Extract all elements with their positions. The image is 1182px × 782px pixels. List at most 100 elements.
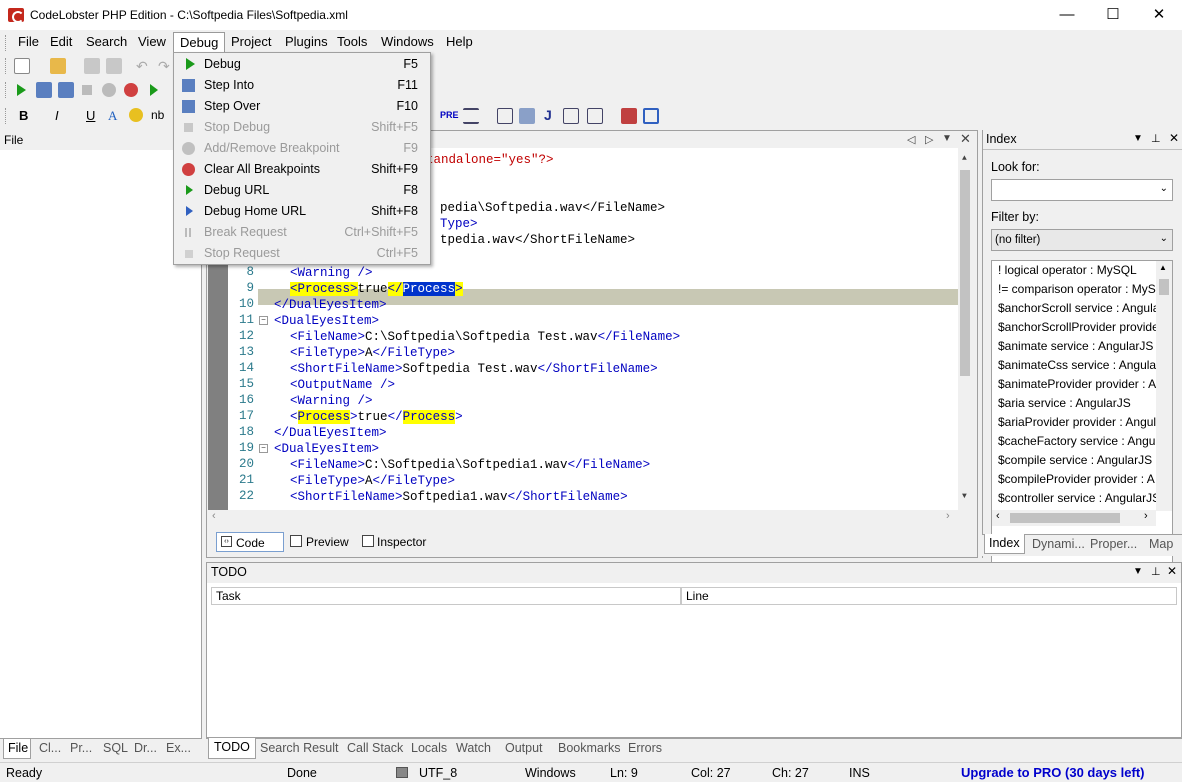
stop-icon[interactable] <box>82 85 92 95</box>
scroll-left-icon[interactable]: ‹ <box>212 510 216 522</box>
menu-project[interactable]: Project <box>229 34 273 49</box>
panel-menu-icon[interactable]: ▼ <box>1133 566 1143 577</box>
index-list-item[interactable]: != comparison operator : MyS <box>998 280 1156 299</box>
editor-vscroll[interactable]: ▲ ▼ <box>958 148 972 510</box>
close-panel-icon[interactable]: ✕ <box>1169 131 1179 145</box>
menu-search[interactable]: Search <box>84 34 129 49</box>
filter-select[interactable]: (no filter) ⌄ <box>991 229 1173 251</box>
tab-preview[interactable]: Preview <box>306 535 349 549</box>
step-over-icon[interactable] <box>58 82 74 98</box>
tab-code[interactable]: ‹› Code <box>216 532 284 552</box>
tab-sql[interactable]: SQL <box>103 741 128 755</box>
debug-menu-item[interactable]: Debug URL F8 <box>176 180 428 201</box>
menu-view[interactable]: View <box>136 34 168 49</box>
debug-menu-item[interactable]: Stop Debug Shift+F5 <box>176 117 428 138</box>
run-icon[interactable] <box>17 84 26 96</box>
tab-drivers[interactable]: Dr... <box>134 741 157 755</box>
index-list-item[interactable]: $controller service : AngularJS <box>998 489 1156 508</box>
tab-file[interactable]: File <box>3 739 31 759</box>
menu-plugins[interactable]: Plugins <box>283 34 330 49</box>
index-list-item[interactable]: $compileProvider provider : A <box>998 470 1156 489</box>
new-file-icon[interactable] <box>14 58 30 74</box>
look-for-combo[interactable]: ⌄ <box>991 179 1173 201</box>
scroll-up-icon[interactable]: ▲ <box>962 154 967 163</box>
upgrade-link[interactable]: Upgrade to PRO (30 days left) <box>961 765 1144 780</box>
debug-menu-item[interactable]: Add/Remove Breakpoint F9 <box>176 138 428 159</box>
italic-button[interactable]: I <box>55 108 59 123</box>
index-list-item[interactable]: $animate service : AngularJS <box>998 337 1156 356</box>
form-icon[interactable] <box>563 108 579 124</box>
clear-breakpoints-icon[interactable] <box>124 83 138 97</box>
tab-errors[interactable]: Errors <box>628 741 662 755</box>
debug-menu-item[interactable]: Debug F5 <box>176 54 428 75</box>
index-list-item[interactable]: $aria service : AngularJS <box>998 394 1156 413</box>
index-list-item[interactable]: $animateProvider provider : A <box>998 375 1156 394</box>
scroll-right-icon[interactable]: › <box>946 510 950 522</box>
debug-menu-item[interactable]: Debug Home URL Shift+F8 <box>176 201 428 222</box>
column-line[interactable]: Line <box>681 587 1177 605</box>
pin-icon[interactable]: ⊥ <box>1151 565 1161 578</box>
scroll-tabs-left-icon[interactable]: ◁ <box>907 133 915 146</box>
debug-menu-item[interactable]: Step Over F10 <box>176 96 428 117</box>
close-button[interactable]: ✕ <box>1136 0 1182 30</box>
redo-icon[interactable]: ↷ <box>158 58 174 74</box>
menu-tools[interactable]: Tools <box>335 34 369 49</box>
debug-menu-item[interactable]: Stop Request Ctrl+F5 <box>176 243 428 264</box>
tab-inspector[interactable]: Inspector <box>377 535 426 549</box>
table-icon[interactable] <box>497 108 513 124</box>
debug-menu-item[interactable]: Step Into F11 <box>176 75 428 96</box>
font-button[interactable]: A <box>108 108 117 124</box>
color-icon[interactable] <box>129 108 143 122</box>
tab-search-result[interactable]: Search Result <box>260 741 339 755</box>
menu-debug[interactable]: Debug <box>173 32 226 53</box>
index-list-item[interactable]: $anchorScroll service : Angula <box>998 299 1156 318</box>
debug-url-icon[interactable] <box>150 84 158 96</box>
tab-todo[interactable]: TODO <box>208 738 256 759</box>
index-list-item[interactable]: $anchorScrollProvider provide <box>998 318 1156 337</box>
open-folder-icon[interactable] <box>50 58 66 74</box>
close-panel-icon[interactable]: ✕ <box>1167 564 1177 578</box>
image-icon[interactable] <box>621 108 637 124</box>
close-editor-icon[interactable]: ✕ <box>960 131 971 147</box>
tab-locals[interactable]: Locals <box>411 741 447 755</box>
fold-toggle-icon[interactable]: − <box>259 444 268 453</box>
minimize-button[interactable]: — <box>1044 0 1090 30</box>
underline-button[interactable]: U <box>86 108 95 123</box>
javascript-button[interactable]: J <box>544 107 552 123</box>
tab-map[interactable]: Map <box>1149 537 1173 551</box>
scroll-tabs-right-icon[interactable]: ▷ <box>925 133 933 146</box>
column-task[interactable]: Task <box>211 587 681 605</box>
bold-button[interactable]: B <box>19 108 28 123</box>
scroll-left-icon[interactable]: ‹ <box>996 510 1000 522</box>
menu-windows[interactable]: Windows <box>379 34 436 49</box>
script-icon[interactable] <box>519 108 535 124</box>
breakpoint-icon[interactable] <box>102 83 116 97</box>
fold-toggle-icon[interactable]: − <box>259 316 268 325</box>
tab-project[interactable]: Pr... <box>70 741 92 755</box>
undo-icon[interactable]: ↶ <box>136 58 152 74</box>
frame-icon[interactable] <box>587 108 603 124</box>
tab-properties[interactable]: Proper... <box>1090 537 1137 551</box>
tab-index[interactable]: Index <box>984 534 1025 554</box>
index-list-item[interactable]: ! logical operator : MySQL <box>998 261 1156 280</box>
tab-explorer[interactable]: Ex... <box>166 741 191 755</box>
tab-bookmarks[interactable]: Bookmarks <box>558 741 621 755</box>
debug-menu-item[interactable]: Break Request Ctrl+Shift+F5 <box>176 222 428 243</box>
index-list-item[interactable]: $cacheFactory service : Angul <box>998 432 1156 451</box>
pin-icon[interactable]: ⊥ <box>1151 132 1161 145</box>
index-list-item[interactable]: $compile service : AngularJS <box>998 451 1156 470</box>
tab-output[interactable]: Output <box>505 741 543 755</box>
index-list-item[interactable]: $ariaProvider provider : Angul <box>998 413 1156 432</box>
chevron-down-icon[interactable]: ⌄ <box>1160 183 1168 194</box>
tab-call-stack[interactable]: Call Stack <box>347 741 403 755</box>
scroll-right-icon[interactable]: › <box>1144 510 1148 522</box>
index-list-item[interactable]: $animateCss service : Angular <box>998 356 1156 375</box>
tab-classes[interactable]: Cl... <box>39 741 61 755</box>
layout-icon[interactable] <box>643 108 659 124</box>
step-into-icon[interactable] <box>36 82 52 98</box>
maximize-button[interactable]: ☐ <box>1090 0 1136 30</box>
scroll-up-icon[interactable]: ▲ <box>1159 263 1167 272</box>
scroll-thumb[interactable] <box>960 170 970 376</box>
index-hscroll[interactable]: ‹ › <box>992 510 1156 526</box>
tab-watch[interactable]: Watch <box>456 741 491 755</box>
